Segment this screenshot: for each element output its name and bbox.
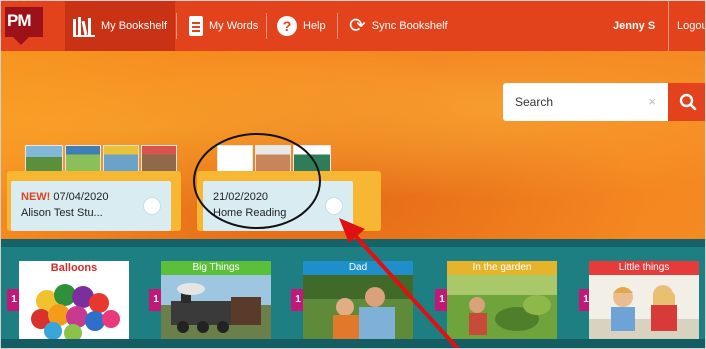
new-badge: NEW! bbox=[21, 191, 51, 203]
in-the-garden-cover-image bbox=[447, 275, 557, 339]
book-title: Balloons bbox=[50, 262, 98, 274]
balloons-cover-image bbox=[19, 275, 129, 339]
book-card-big-things[interactable]: Big Things bbox=[161, 261, 271, 339]
nav-divider bbox=[337, 13, 338, 39]
nav-divider bbox=[266, 13, 267, 39]
bookshelf-icon bbox=[143, 197, 161, 215]
top-nav-bar: PM My Bookshelf My Words ? Help ⟳ Sync B… bbox=[1, 1, 705, 51]
search-input-text: Search bbox=[515, 95, 554, 109]
bookshelf-1-date-value: 07/04/2020 bbox=[53, 191, 109, 203]
book-title: Big Things bbox=[161, 261, 271, 275]
sync-icon: ⟳ bbox=[349, 15, 366, 37]
book-strip-shelf bbox=[1, 339, 705, 348]
nav-help[interactable]: ? Help bbox=[269, 1, 334, 51]
search-button[interactable] bbox=[668, 83, 705, 121]
book-title: Little things bbox=[589, 261, 699, 275]
bookshelf-icon bbox=[73, 17, 95, 37]
bookshelf-card-1[interactable]: NEW! 07/04/2020 Alison Test Stu... bbox=[11, 181, 171, 231]
bookshelf-icon bbox=[325, 197, 343, 215]
book-card-in-the-garden[interactable]: In the garden bbox=[447, 261, 557, 339]
annotation-circle bbox=[193, 133, 321, 229]
nav-my-bookshelf[interactable]: My Bookshelf bbox=[65, 1, 176, 51]
search-icon bbox=[679, 93, 696, 111]
big-things-cover-image bbox=[161, 275, 271, 339]
book-card-balloons[interactable]: Balloons bbox=[19, 261, 129, 339]
book-card-little-things[interactable]: Little things bbox=[589, 261, 699, 339]
book-card-dad[interactable]: Dad bbox=[303, 261, 413, 339]
logout-link[interactable]: Logout bbox=[668, 1, 705, 51]
dad-cover-image bbox=[303, 275, 413, 339]
nav-my-words-label: My Words bbox=[209, 20, 259, 32]
user-name[interactable]: Jenny S bbox=[613, 1, 655, 51]
book-title: Dad bbox=[303, 261, 413, 275]
nav-my-words[interactable]: My Words bbox=[181, 1, 266, 51]
nav-sync-label: Sync Bookshelf bbox=[371, 20, 448, 32]
bookshelf-1-title: Alison Test Stu... bbox=[21, 207, 103, 219]
bookshelf-1-date: NEW! 07/04/2020 bbox=[21, 189, 161, 205]
nav-my-bookshelf-label: My Bookshelf bbox=[101, 20, 168, 32]
help-icon: ? bbox=[277, 16, 297, 36]
nav-help-label: Help bbox=[303, 20, 326, 32]
little-things-cover-image bbox=[589, 275, 699, 339]
nav-sync-bookshelf[interactable]: ⟳ Sync Bookshelf bbox=[341, 1, 456, 51]
search-input[interactable]: Search × bbox=[503, 83, 668, 121]
notepad-icon bbox=[189, 16, 203, 36]
book-title: In the garden bbox=[447, 261, 557, 275]
clear-icon[interactable]: × bbox=[648, 94, 656, 109]
nav-divider bbox=[176, 13, 177, 39]
book-strip-edge bbox=[1, 239, 705, 247]
pm-logo[interactable]: PM bbox=[5, 7, 43, 45]
app-window: PM My Bookshelf My Words ? Help ⟳ Sync B… bbox=[0, 0, 706, 349]
